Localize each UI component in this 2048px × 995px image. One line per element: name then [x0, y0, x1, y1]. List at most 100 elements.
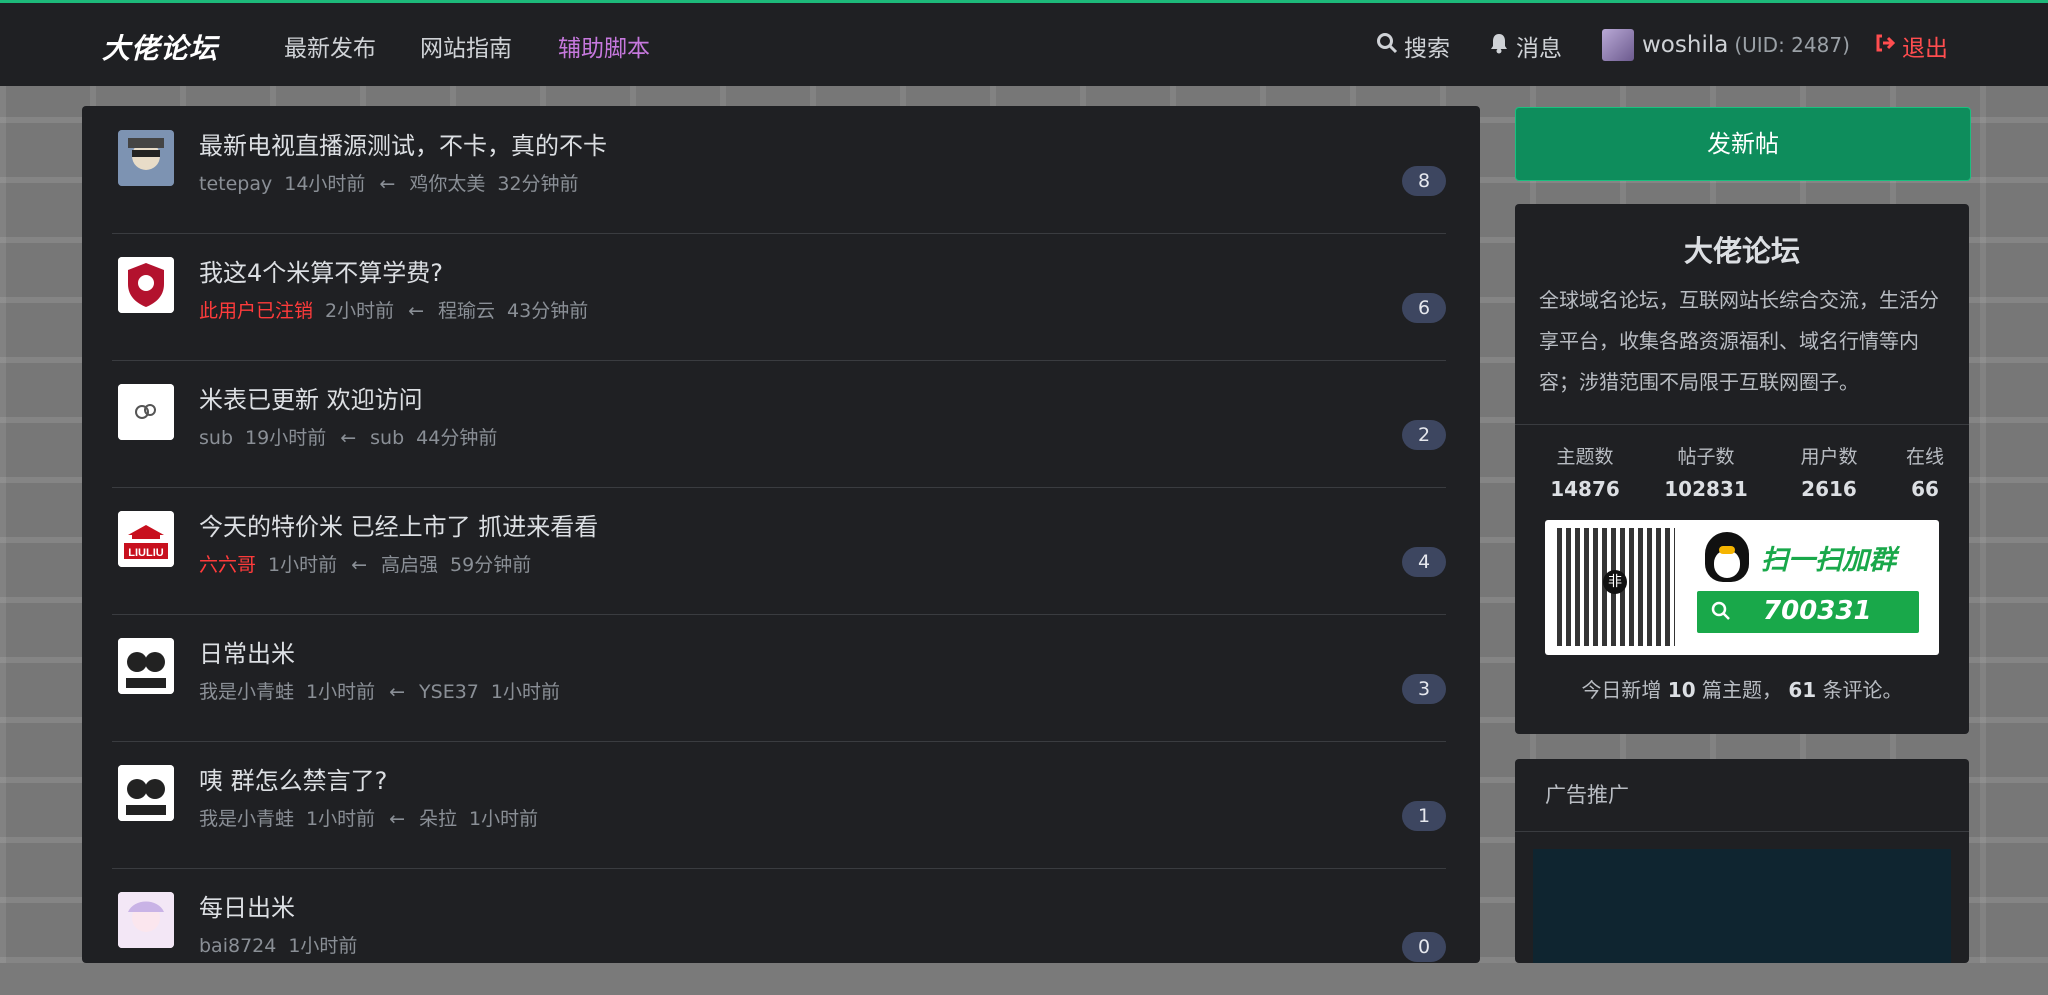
scan-to-join-text: 扫一扫加群: [1761, 545, 1896, 576]
topic-title[interactable]: 每日出米: [199, 888, 295, 923]
topic-time: 1小时前: [306, 681, 376, 703]
topic-last-user[interactable]: 朵拉: [419, 808, 457, 830]
avatar[interactable]: [118, 257, 174, 313]
list-item[interactable]: 米表已更新 欢迎访问 sub 19小时前 ← sub 44分钟前 2: [112, 360, 1446, 488]
arrow-left-icon: ←: [351, 554, 368, 576]
topic-time: 2小时前: [325, 300, 395, 322]
topic-title[interactable]: 米表已更新 欢迎访问: [199, 380, 423, 415]
qr-center-mark: 非: [1603, 570, 1627, 594]
logout-label: 退出: [1902, 36, 1948, 62]
topic-meta: 六六哥 1小时前 ← 高启强 59分钟前: [199, 550, 531, 577]
stat-value: 14876: [1550, 477, 1620, 501]
user-link[interactable]: woshila (UID: 2487): [1602, 29, 1850, 61]
stat-posts: 帖子数 102831: [1661, 442, 1751, 501]
stat-label: 帖子数: [1677, 446, 1735, 468]
topic-time: 1小时前: [288, 935, 358, 957]
user-uid: (UID: 2487): [1734, 33, 1850, 57]
search-icon: [1376, 32, 1398, 60]
list-item[interactable]: 每日出米 bai8724 1小时前 0: [112, 868, 1446, 995]
avatar[interactable]: [118, 130, 174, 186]
ad-slot[interactable]: [1533, 849, 1951, 963]
topic-title[interactable]: 我这4个米算不算学费?: [199, 253, 443, 288]
topic-last-user[interactable]: 鸡你太美: [409, 173, 485, 195]
list-item[interactable]: LIULIU 今天的特价米 已经上市了 抓进来看看 六六哥 1小时前 ← 高启强 59分…: [112, 487, 1446, 615]
today-prefix: 今日新增: [1581, 678, 1662, 702]
svg-text:LIULIU: LIULIU: [128, 547, 163, 559]
topic-author[interactable]: 此用户已注销: [199, 300, 313, 322]
qq-group-number: 700331: [1763, 596, 1872, 626]
stat-value: 66: [1911, 477, 1939, 501]
topic-meta: 我是小青蛙 1小时前 ← 朵拉 1小时前: [199, 804, 538, 831]
today-mid: 篇主题，: [1702, 678, 1782, 702]
nav-scripts[interactable]: 辅助脚本: [558, 29, 650, 63]
logout-link[interactable]: 退出: [1874, 29, 1948, 63]
list-item[interactable]: 最新电视直播源测试，不卡，真的不卡 tetepay 14小时前 ← 鸡你太美 32分钟前…: [112, 106, 1446, 234]
reply-count-badge: 0: [1402, 932, 1446, 962]
site-logo[interactable]: 大佬论坛: [102, 27, 218, 67]
reply-count-badge: 8: [1402, 166, 1446, 196]
topic-author[interactable]: sub: [199, 427, 233, 449]
divider: [1515, 831, 1969, 832]
topic-author[interactable]: 我是小青蛙: [199, 808, 294, 830]
topic-title[interactable]: 最新电视直播源测试，不卡，真的不卡: [199, 126, 607, 161]
topic-author[interactable]: bai8724: [199, 935, 276, 957]
topic-last-user[interactable]: 程瑜云: [438, 300, 495, 322]
topic-title[interactable]: 日常出米: [199, 634, 295, 669]
forum-name: 大佬论坛: [1683, 234, 1800, 268]
topic-meta: tetepay 14小时前 ← 鸡你太美 32分钟前: [199, 169, 579, 196]
topic-meta: 我是小青蛙 1小时前 ← YSE37 1小时前: [199, 677, 560, 704]
stat-topics: 主题数 14876: [1545, 442, 1625, 501]
nav-guide[interactable]: 网站指南: [420, 29, 512, 63]
topic-author[interactable]: 六六哥: [199, 554, 256, 576]
avatar: [1602, 29, 1634, 61]
topic-title[interactable]: 咦 群怎么禁言了?: [199, 761, 387, 796]
list-item[interactable]: 日常出米 我是小青蛙 1小时前 ← YSE37 1小时前 3: [112, 614, 1446, 742]
qq-penguin-icon: [1705, 532, 1749, 582]
ad-title: 广告推广: [1545, 783, 1629, 807]
forum-info-card: 大佬论坛 全球域名论坛，互联网站长综合交流，生活分享平台，收集各路资源福利、域名…: [1515, 204, 1969, 734]
search-link[interactable]: 搜索: [1376, 29, 1450, 63]
topic-last-user[interactable]: 高启强: [381, 554, 438, 576]
avatar[interactable]: [118, 765, 174, 821]
avatar[interactable]: LIULIU: [118, 511, 174, 567]
avatar[interactable]: [118, 638, 174, 694]
avatar[interactable]: [118, 892, 174, 948]
qq-group-number-bar: 700331: [1697, 591, 1919, 633]
topic-meta: sub 19小时前 ← sub 44分钟前: [199, 423, 497, 450]
reply-count-badge: 3: [1402, 674, 1446, 704]
arrow-left-icon: ←: [379, 173, 396, 195]
topic-meta: 此用户已注销 2小时前 ← 程瑜云 43分钟前: [199, 296, 588, 323]
stat-users: 用户数 2616: [1789, 442, 1869, 501]
stat-label: 主题数: [1556, 446, 1614, 468]
arrow-left-icon: ←: [340, 427, 357, 449]
search-icon: [1711, 600, 1731, 627]
topic-time: 1小时前: [268, 554, 338, 576]
topic-last-user[interactable]: sub: [370, 427, 404, 449]
topic-time: 1小时前: [306, 808, 376, 830]
list-item[interactable]: 我这4个米算不算学费? 此用户已注销 2小时前 ← 程瑜云 43分钟前 6: [112, 233, 1446, 361]
reply-count-badge: 2: [1402, 420, 1446, 450]
topic-author[interactable]: tetepay: [199, 173, 272, 195]
reply-count-badge: 6: [1402, 293, 1446, 323]
avatar[interactable]: [118, 384, 174, 440]
new-post-button[interactable]: 发新帖: [1515, 107, 1971, 181]
stat-value: 2616: [1801, 477, 1857, 501]
list-item[interactable]: 咦 群怎么禁言了? 我是小青蛙 1小时前 ← 朵拉 1小时前 1: [112, 741, 1446, 869]
today-summary: 今日新增 10 篇主题， 61 条评论。: [1515, 674, 1969, 703]
today-suffix: 条评论。: [1822, 678, 1903, 702]
topic-list: 最新电视直播源测试，不卡，真的不卡 tetepay 14小时前 ← 鸡你太美 32分钟前…: [82, 106, 1480, 963]
topic-title[interactable]: 今天的特价米 已经上市了 抓进来看看: [199, 507, 598, 542]
today-topics: 10: [1667, 678, 1696, 702]
topic-author[interactable]: 我是小青蛙: [199, 681, 294, 703]
stat-label: 在线: [1905, 446, 1944, 468]
divider: [1515, 424, 1969, 425]
messages-link[interactable]: 消息: [1488, 29, 1562, 63]
topic-time: 14小时前: [284, 173, 366, 195]
nav-latest[interactable]: 最新发布: [284, 29, 376, 63]
ad-card: 广告推广: [1515, 759, 1969, 963]
messages-label: 消息: [1516, 36, 1562, 62]
topic-last-time: 59分钟前: [450, 554, 532, 576]
qq-group-banner[interactable]: 非 扫一扫加群 700331: [1545, 520, 1939, 655]
topic-last-user[interactable]: YSE37: [419, 681, 479, 703]
stat-value: 102831: [1664, 477, 1748, 501]
